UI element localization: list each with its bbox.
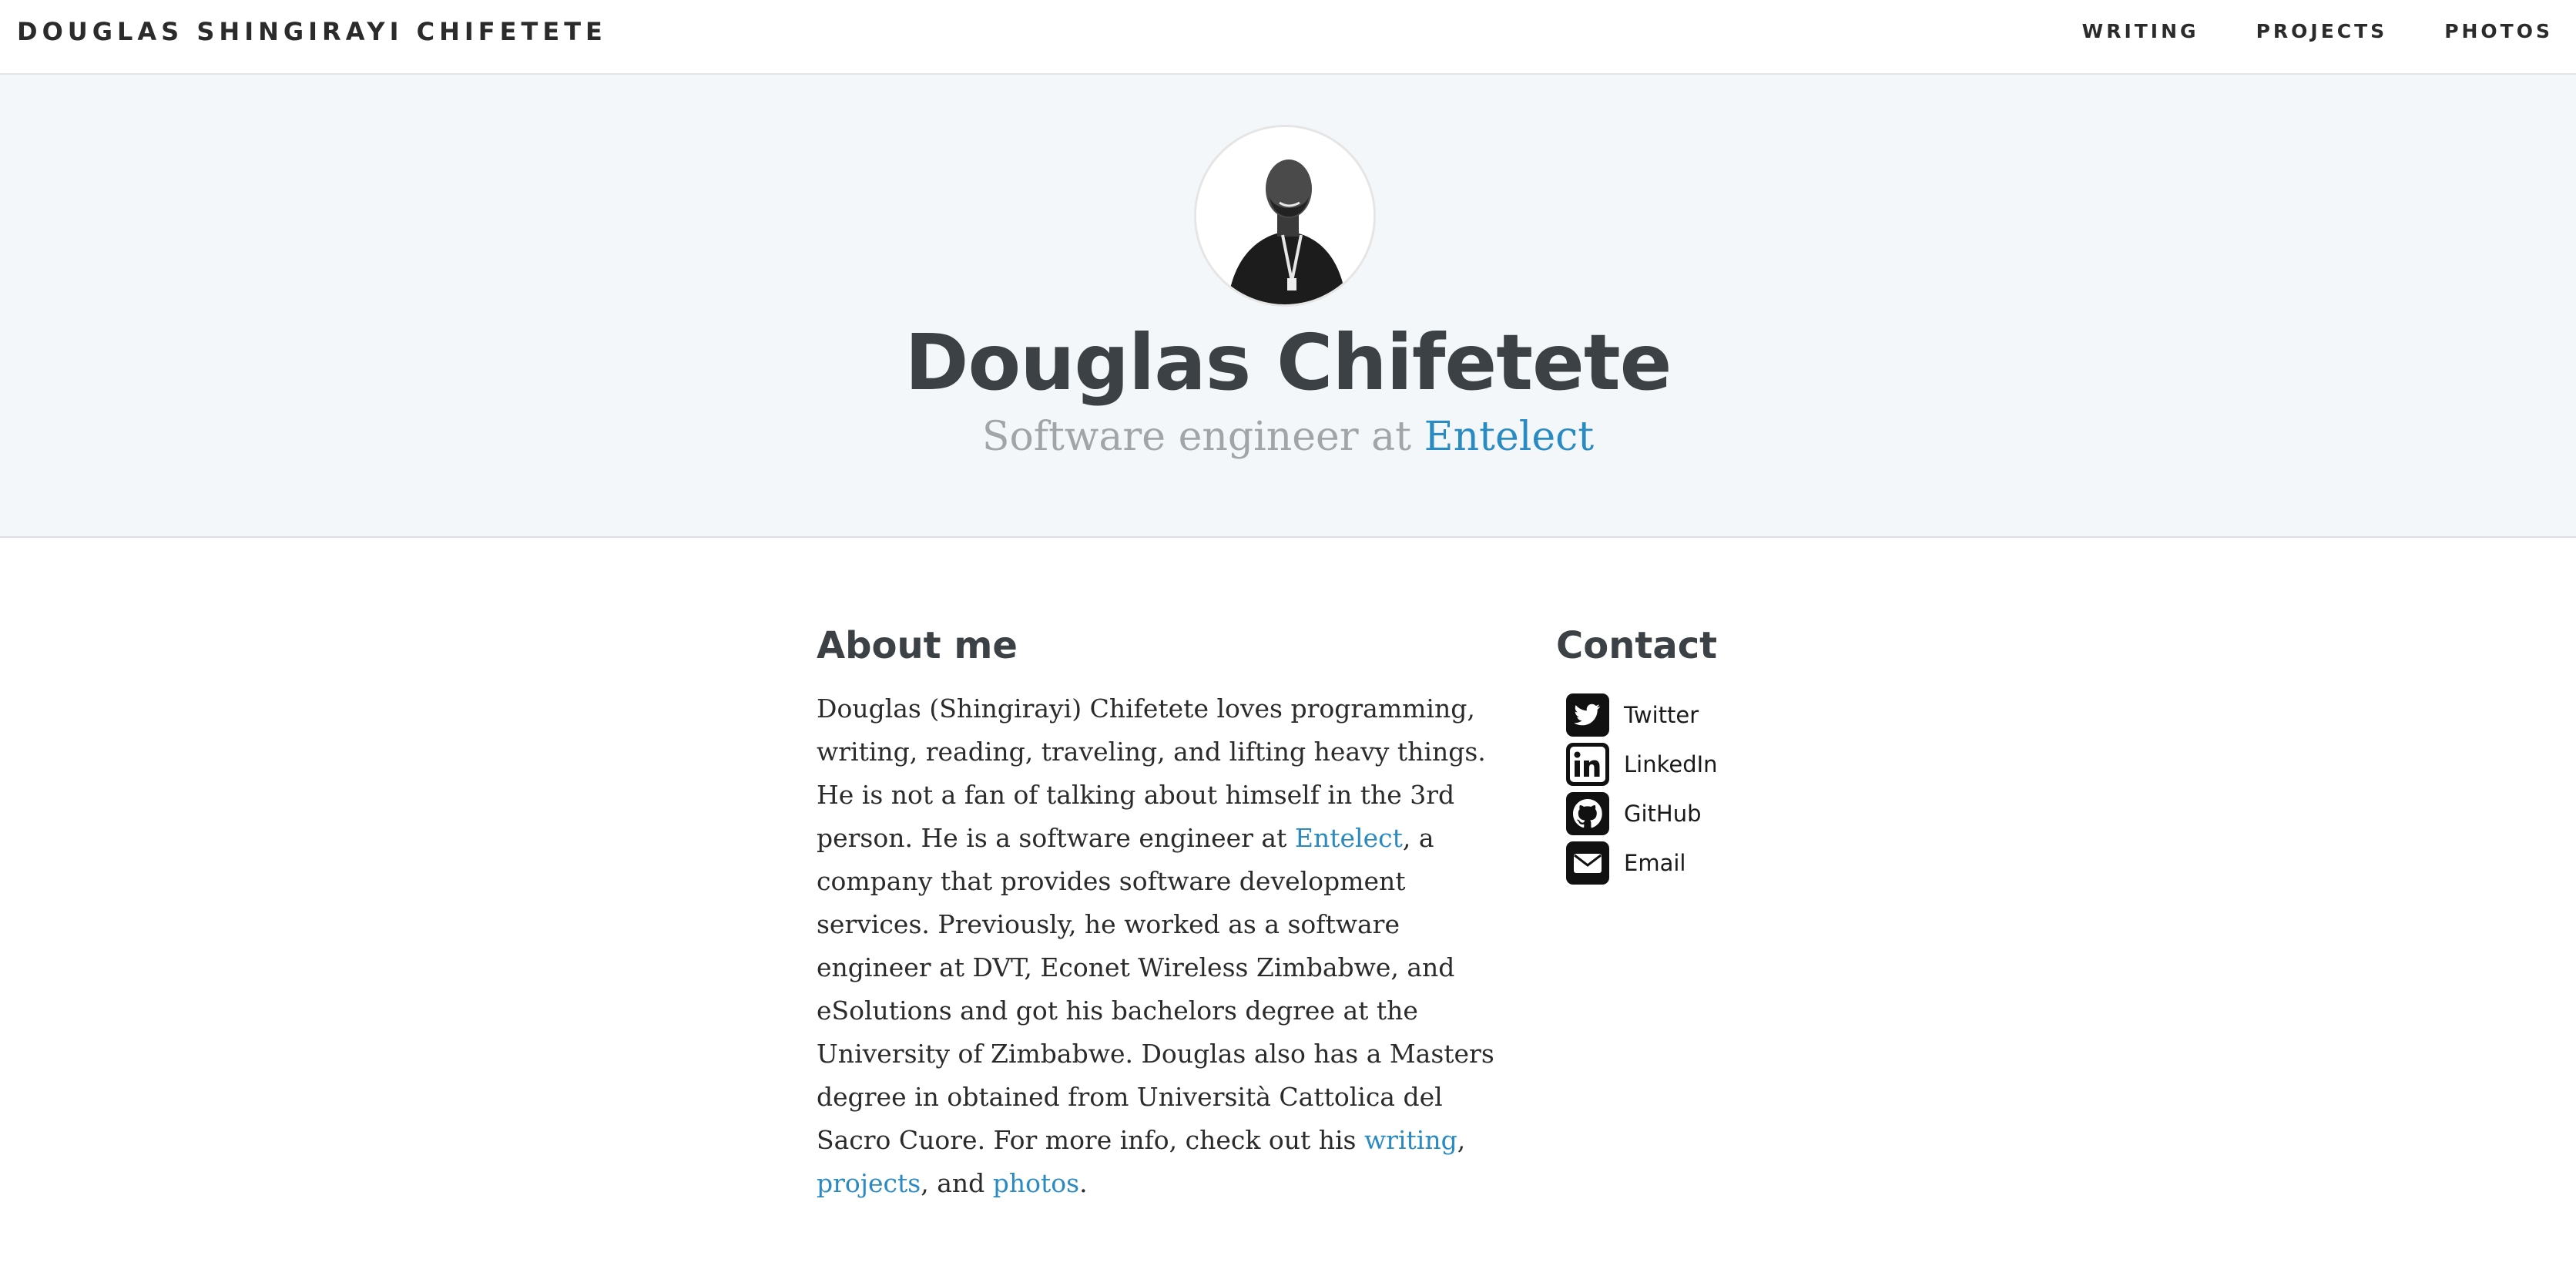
hero-subtitle-prefix: Software engineer at <box>981 414 1424 460</box>
contact-label-email: Email <box>1624 850 1686 876</box>
about-text-part: , <box>1457 1125 1466 1155</box>
about-projects-link[interactable]: projects <box>817 1168 921 1198</box>
contact-link-twitter[interactable]: Twitter <box>1556 690 1864 740</box>
hero-section: Douglas Chifetete Software engineer at E… <box>0 75 2576 538</box>
about-text-part: , and <box>921 1168 993 1198</box>
contact-list: Twitter LinkedIn GitHub Email <box>1556 690 1864 888</box>
email-icon <box>1565 841 1610 885</box>
about-photos-link[interactable]: photos <box>993 1168 1079 1198</box>
hero-name: Douglas Chifetete <box>904 317 1672 408</box>
profile-photo <box>1194 125 1376 307</box>
contact-label-github: GitHub <box>1624 801 1702 827</box>
contact-section: Contact Twitter LinkedIn GitHub Email <box>1556 624 1864 888</box>
contact-label-linkedin: LinkedIn <box>1624 751 1718 777</box>
hero-subtitle: Software engineer at Entelect <box>0 414 2576 460</box>
about-heading: About me <box>817 624 1018 667</box>
about-writing-link[interactable]: writing <box>1364 1125 1457 1155</box>
nav-link-projects[interactable]: PROJECTS <box>2256 20 2388 42</box>
linkedin-icon <box>1565 742 1610 787</box>
contact-label-twitter: Twitter <box>1624 702 1699 728</box>
top-navbar: DOUGLAS SHINGIRAYI CHIFETETE WRITING PRO… <box>0 0 2576 75</box>
about-company-link[interactable]: Entelect <box>1295 823 1403 853</box>
contact-link-linkedin[interactable]: LinkedIn <box>1556 740 1864 789</box>
hero-company-link[interactable]: Entelect <box>1424 414 1595 460</box>
contact-heading: Contact <box>1556 624 1718 667</box>
site-brand-link[interactable]: DOUGLAS SHINGIRAYI CHIFETETE <box>17 17 607 46</box>
about-paragraph: Douglas (Shingirayi) Chifetete loves pro… <box>817 687 1510 1205</box>
profile-photo-illustration <box>1196 127 1374 304</box>
about-text-part: . <box>1079 1168 1088 1198</box>
contact-link-github[interactable]: GitHub <box>1556 789 1864 838</box>
nav-link-writing[interactable]: WRITING <box>2082 20 2199 42</box>
about-text-part: , a company that provides software devel… <box>817 823 1494 1155</box>
github-icon <box>1565 791 1610 836</box>
main-nav: WRITING PROJECTS PHOTOS <box>2025 20 2553 42</box>
nav-link-photos[interactable]: PHOTOS <box>2444 20 2553 42</box>
contact-link-email[interactable]: Email <box>1556 838 1864 888</box>
twitter-icon <box>1565 693 1610 737</box>
about-section: About me Douglas (Shingirayi) Chifetete … <box>817 624 1510 1205</box>
